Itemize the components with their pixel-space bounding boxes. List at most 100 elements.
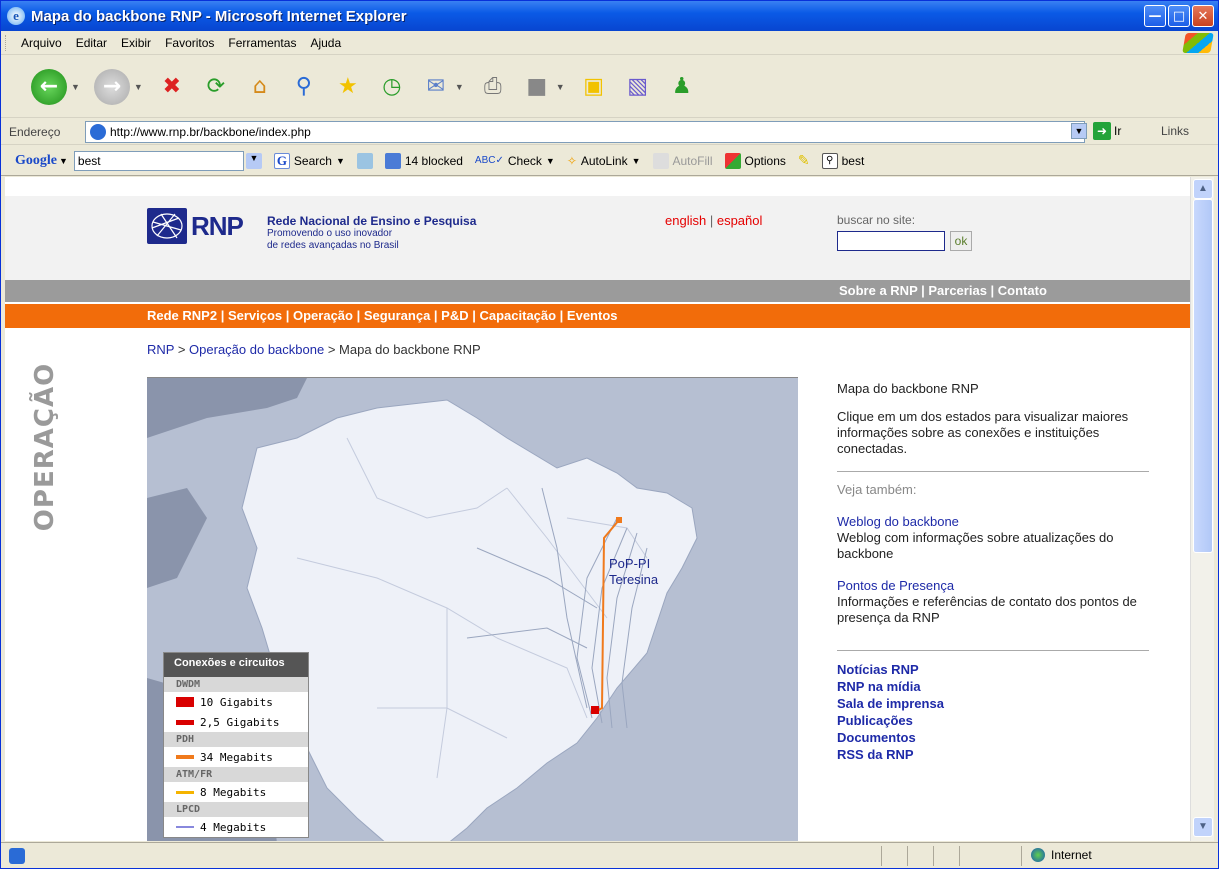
messenger-icon[interactable]: ♟: [667, 72, 697, 102]
link-sala-imprensa[interactable]: Sala de imprensa: [837, 695, 1157, 712]
google-toolbar: Google ▼ best ▼ G Search ▼ 14 blocked ABC✓…: [1, 146, 1218, 176]
google-query-dropdown-icon[interactable]: ▼: [245, 152, 262, 169]
pop-pi-city: Teresina: [609, 572, 659, 587]
scroll-up-button[interactable]: ▲: [1193, 179, 1213, 199]
menu-bar: Arquivo Editar Exibir Favoritos Ferramen…: [1, 31, 1218, 55]
legend-group-dwdm: DWDM: [164, 677, 308, 692]
hub-node: [591, 706, 599, 714]
link-documentos[interactable]: Documentos: [837, 729, 1157, 746]
address-dropdown-icon[interactable]: ▼: [1071, 123, 1087, 139]
home-icon[interactable]: ⌂: [245, 72, 275, 102]
pop-pi-label: PoP-PI: [609, 556, 650, 571]
favorites-star-icon[interactable]: ★: [333, 72, 363, 102]
google-menu-button[interactable]: Google: [15, 153, 57, 169]
pops-link[interactable]: Pontos de Presença: [837, 578, 1157, 594]
legend-row: 34 Megabits: [164, 747, 308, 767]
stop-icon[interactable]: ✖: [157, 72, 187, 102]
breadcrumb-home[interactable]: RNP: [147, 342, 174, 357]
autolink-button[interactable]: ✧ AutoLink ▼: [567, 154, 641, 168]
toolbar-grip[interactable]: [5, 34, 7, 51]
spell-check-button[interactable]: ABC✓ Check ▼: [475, 154, 555, 168]
print-icon[interactable]: ⎙: [478, 72, 508, 102]
scroll-down-button[interactable]: ▼: [1193, 817, 1213, 837]
link-rss[interactable]: RSS da RNP: [837, 746, 1157, 763]
search-icon[interactable]: ⚲: [289, 72, 319, 102]
autofill-button[interactable]: AutoFill: [652, 152, 713, 169]
refresh-icon[interactable]: ⟳: [201, 72, 231, 102]
lang-espanol-link[interactable]: español: [717, 213, 763, 228]
page-viewport: RNP Rede Nacional de Ensino e Pesquisa P…: [5, 177, 1190, 841]
link-noticias[interactable]: Notícias RNP: [837, 661, 1157, 678]
forward-button[interactable]: →: [93, 68, 130, 105]
page-icon: [90, 124, 106, 140]
address-url[interactable]: http://www.rnp.br/backbone/index.php: [110, 125, 311, 139]
research-icon[interactable]: ▧: [623, 72, 653, 102]
go-arrow-icon[interactable]: ➜: [1093, 122, 1111, 140]
options-button[interactable]: Options: [724, 152, 786, 169]
site-search-ok-button[interactable]: ok: [950, 231, 972, 251]
forward-dropdown-icon[interactable]: ▼: [134, 82, 143, 92]
edit-icon[interactable]: ■: [522, 72, 552, 102]
swatch-34m: [176, 755, 194, 759]
go-label[interactable]: Ir: [1114, 124, 1121, 138]
breadcrumb-section[interactable]: Operação do backbone: [189, 342, 324, 357]
back-dropdown-icon[interactable]: ▼: [71, 82, 80, 92]
close-button[interactable]: ✕: [1192, 5, 1214, 27]
find-icon: ⚲: [821, 152, 838, 169]
main-nav[interactable]: Rede RNP2 | Serviços | Operação | Segura…: [147, 308, 618, 323]
legend-row: 2,5 Gigabits: [164, 712, 308, 732]
options-icon: [724, 152, 741, 169]
address-input[interactable]: http://www.rnp.br/backbone/index.php: [85, 121, 1085, 143]
links-toolbar[interactable]: Links: [1161, 124, 1189, 138]
popup-blocker-button[interactable]: 14 blocked: [384, 152, 463, 169]
backbone-map[interactable]: PoP-PI Teresina Conexões e circuitos DWD…: [147, 377, 798, 841]
organization-name: Rede Nacional de Ensino e Pesquisa: [267, 214, 477, 228]
menu-favoritos[interactable]: Favoritos: [165, 36, 214, 50]
menu-exibir[interactable]: Exibir: [121, 36, 151, 50]
menu-editar[interactable]: Editar: [76, 36, 107, 50]
legend-group-lpcd: LPCD: [164, 802, 308, 817]
mail-dropdown-icon[interactable]: ▼: [455, 82, 464, 92]
top-links[interactable]: Sobre a RNP | Parcerias | Contato: [839, 283, 1047, 298]
edit-dropdown-icon[interactable]: ▼: [556, 82, 565, 92]
rnp-logo-icon: [147, 208, 187, 244]
sidebar-title: Mapa do backbone RNP: [837, 381, 979, 396]
weblog-link[interactable]: Weblog do backbone: [837, 514, 1157, 530]
autolink-icon: ✧: [566, 153, 577, 168]
google-search-input[interactable]: best: [73, 150, 244, 171]
tagline-line-1: Promovendo o uso inovador: [267, 228, 393, 239]
popup-blocked-icon: [384, 152, 401, 169]
scroll-thumb[interactable]: [1193, 199, 1213, 553]
language-switch: english | español: [665, 213, 762, 228]
menu-arquivo[interactable]: Arquivo: [21, 36, 62, 50]
maximize-button[interactable]: □: [1168, 5, 1190, 27]
link-na-midia[interactable]: RNP na mídia: [837, 678, 1157, 695]
windows-logo-icon: [1182, 33, 1214, 53]
highlighter-icon: ✎: [797, 152, 810, 168]
google-g-icon: G: [273, 152, 290, 169]
rnp-logo[interactable]: RNP: [147, 208, 244, 244]
link-publicacoes[interactable]: Publicações: [837, 712, 1157, 729]
site-search-input[interactable]: [837, 231, 945, 251]
highlight-button[interactable]: ✎: [798, 152, 810, 169]
standard-toolbar: ← ▼ → ▼ ✖ ⟳ ⌂ ⚲ ★ ◷ ✉ ▼ ⎙ ■ ▼ ▣ ▧ ♟: [1, 56, 1218, 118]
google-dropdown-icon[interactable]: ▼: [59, 156, 68, 166]
menu-ferramentas[interactable]: Ferramentas: [228, 36, 296, 50]
minimize-button[interactable]: —: [1144, 5, 1166, 27]
lang-separator: |: [709, 213, 714, 228]
pagerank-icon[interactable]: [356, 152, 373, 169]
word-find-button[interactable]: ⚲ best: [821, 152, 864, 169]
discuss-icon[interactable]: ▣: [579, 72, 609, 102]
swatch-10g: [176, 697, 194, 707]
vertical-scrollbar[interactable]: ▲ ▼: [1190, 177, 1214, 841]
history-icon[interactable]: ◷: [377, 72, 407, 102]
menu-ajuda[interactable]: Ajuda: [310, 36, 341, 50]
page-status-icon: [9, 847, 25, 864]
autofill-icon: [652, 152, 669, 169]
google-search-button[interactable]: G Search ▼: [273, 152, 345, 169]
back-button[interactable]: ←: [31, 68, 67, 105]
go-button[interactable]: ➜ Ir: [1093, 122, 1121, 140]
lang-english-link[interactable]: english: [665, 213, 706, 228]
breadcrumb-current: Mapa do backbone RNP: [339, 342, 481, 357]
mail-icon[interactable]: ✉: [421, 72, 451, 102]
